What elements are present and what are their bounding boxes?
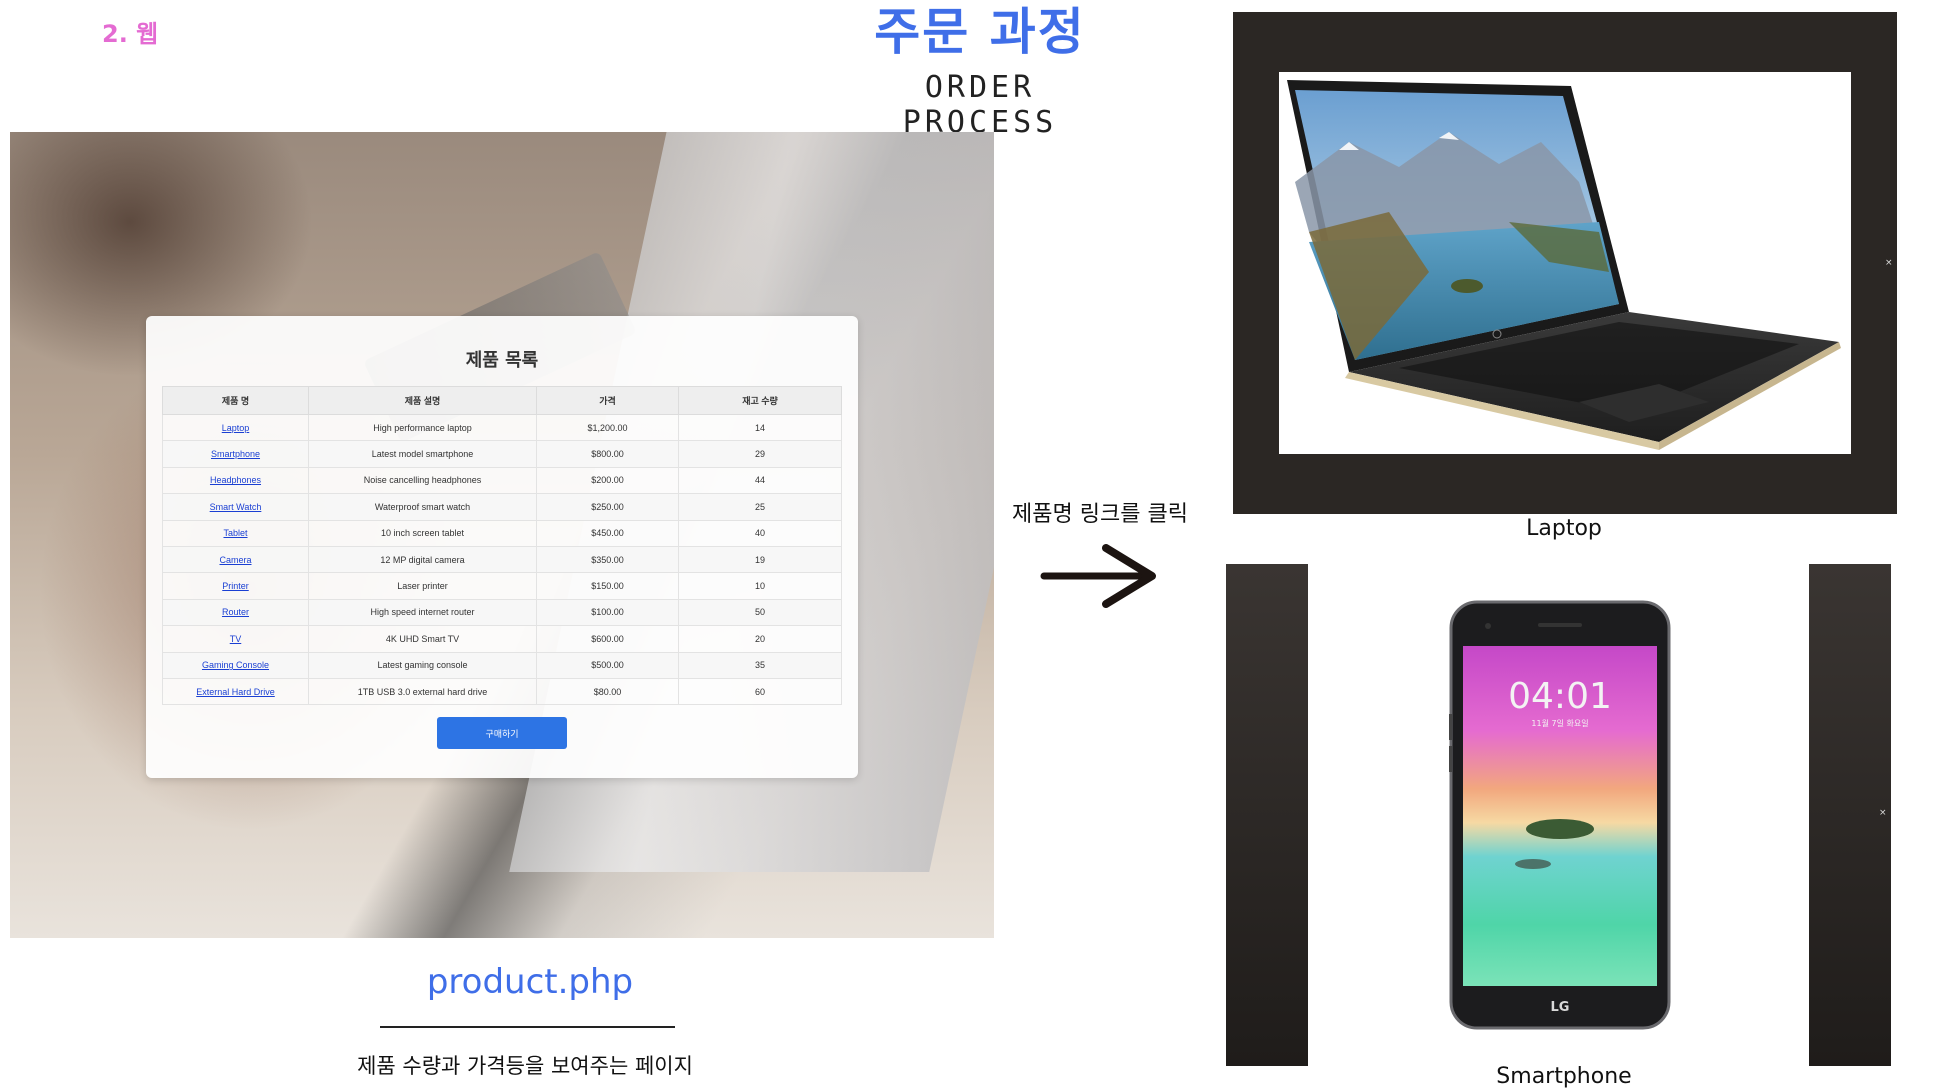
phone-date: 11월 7일 화요일: [1531, 718, 1588, 728]
product-price-cell: $150.00: [536, 572, 679, 600]
product-description-cell: Waterproof smart watch: [308, 493, 537, 521]
product-table: 제품 명 제품 설명 가격 재고 수량 Laptop High performan…: [162, 386, 842, 706]
table-row: Smartphone Latest model smartphone $800.00…: [162, 440, 842, 468]
table-row: Camera 12 MP digital camera $350.00 19: [162, 545, 842, 574]
product-description-cell: Latest gaming console: [308, 651, 537, 679]
section-label: 2. 웹: [102, 20, 159, 48]
product-price-cell: $100.00: [536, 598, 679, 627]
close-icon[interactable]: ×: [1879, 808, 1887, 818]
laptop-image: [1279, 72, 1851, 454]
product-name-link[interactable]: Laptop: [222, 423, 250, 433]
product-stock-cell: 60: [678, 677, 842, 706]
product-price-cell: $600.00: [536, 625, 679, 653]
product-price-cell: $350.00: [536, 545, 679, 574]
smartphone-modal-left-edge: [1226, 564, 1308, 1066]
page-title: 주문 과정: [874, 3, 1086, 61]
product-name-link[interactable]: Gaming Console: [202, 660, 269, 670]
product-stock-cell: 50: [678, 598, 842, 627]
product-name-link-cell: Camera: [162, 545, 309, 574]
product-description-cell: High performance laptop: [308, 413, 537, 442]
page-subtitle: ORDER PROCESS: [902, 70, 1058, 140]
product-name-link-cell: Router: [162, 598, 309, 627]
lg-logo-icon: LG: [1551, 1000, 1570, 1015]
smartphone-picture: 04:01 11월 7일 화요일 LG: [1449, 600, 1671, 1030]
product-name-link[interactable]: Router: [222, 607, 249, 617]
laptop-caption: Laptop: [1526, 516, 1602, 541]
page-description: 제품 수량과 가격등을 보여주는 페이지: [357, 1054, 693, 1078]
smartphone-modal-right-edge: ×: [1809, 564, 1891, 1066]
table-row: Smart Watch Waterproof smart watch $250.00…: [162, 493, 842, 521]
file-name-label: product.php: [426, 962, 634, 1002]
buy-button[interactable]: 구매하기: [437, 717, 567, 750]
product-stock-cell: 44: [678, 466, 842, 495]
product-name-link[interactable]: Headphones: [210, 475, 261, 485]
product-stock-cell: 29: [678, 440, 842, 468]
product-stock-cell: 14: [678, 413, 842, 442]
table-row: Laptop High performance laptop $1,200.00 14: [162, 413, 842, 442]
product-name-link[interactable]: Printer: [222, 581, 249, 591]
column-header-description: 제품 설명: [308, 386, 537, 415]
product-description-cell: 12 MP digital camera: [308, 545, 537, 574]
arrow-right-icon: [1040, 544, 1156, 608]
product-description-cell: Latest model smartphone: [308, 440, 537, 468]
product-name-link-cell: Printer: [162, 572, 309, 600]
product-name-link[interactable]: TV: [230, 634, 242, 644]
product-stock-cell: 25: [678, 493, 842, 521]
product-name-link-cell: Headphones: [162, 466, 309, 495]
product-description-cell: 4K UHD Smart TV: [308, 625, 537, 653]
product-list-title: 제품 목록: [465, 350, 539, 371]
table-row: TV 4K UHD Smart TV $600.00 20: [162, 625, 842, 653]
column-header-stock: 재고 수량: [678, 386, 842, 415]
product-description-cell: 10 inch screen tablet: [308, 519, 537, 547]
divider: [380, 1026, 675, 1028]
product-price-cell: $500.00: [536, 651, 679, 679]
product-list-panel: 제품 목록 제품 명 제품 설명 가격 재고 수량 Laptop High per…: [146, 316, 858, 778]
product-stock-cell: 19: [678, 545, 842, 574]
click-instruction: 제품명 링크를 클릭: [1012, 502, 1188, 527]
product-name-link-cell: Tablet: [162, 519, 309, 547]
product-name-link-cell: Smartphone: [162, 440, 309, 468]
laptop-image-modal: ×: [1233, 12, 1897, 514]
column-header-name: 제품 명: [162, 386, 309, 415]
table-row: Printer Laser printer $150.00 10: [162, 572, 842, 600]
close-icon[interactable]: ×: [1885, 258, 1893, 268]
product-name-link-cell: Laptop: [162, 413, 309, 442]
product-stock-cell: 10: [678, 572, 842, 600]
smartphone-image-modal: 04:01 11월 7일 화요일 LG: [1308, 564, 1809, 1066]
product-price-cell: $250.00: [536, 493, 679, 521]
product-price-cell: $450.00: [536, 519, 679, 547]
table-header-row: 제품 명 제품 설명 가격 재고 수량: [162, 386, 842, 415]
product-name-link[interactable]: Smart Watch: [210, 502, 262, 512]
laptop-picture: [1287, 80, 1841, 450]
product-stock-cell: 20: [678, 625, 842, 653]
product-description-cell: Laser printer: [308, 572, 537, 600]
smartphone-caption: Smartphone: [1496, 1064, 1632, 1089]
product-price-cell: $200.00: [536, 466, 679, 495]
product-description-cell: Noise cancelling headphones: [308, 466, 537, 495]
product-name-link[interactable]: Tablet: [223, 528, 247, 538]
product-name-link-cell: Smart Watch: [162, 493, 309, 521]
product-stock-cell: 35: [678, 651, 842, 679]
table-row: Headphones Noise cancelling headphones $20…: [162, 466, 842, 495]
product-name-link[interactable]: Smartphone: [211, 449, 260, 459]
table-row: External Hard Drive 1TB USB 3.0 external …: [162, 677, 842, 706]
product-stock-cell: 40: [678, 519, 842, 547]
product-price-cell: $800.00: [536, 440, 679, 468]
table-row: Router High speed internet router $100.00 5…: [162, 598, 842, 627]
product-name-link-cell: TV: [162, 625, 309, 653]
product-price-cell: $80.00: [536, 677, 679, 706]
product-name-link[interactable]: Camera: [219, 555, 251, 565]
product-page-screenshot: 제품 목록 제품 명 제품 설명 가격 재고 수량 Laptop High per…: [10, 132, 994, 938]
product-description-cell: High speed internet router: [308, 598, 537, 627]
table-row: Tablet 10 inch screen tablet $450.00 40: [162, 519, 842, 547]
product-name-link-cell: External Hard Drive: [162, 677, 309, 706]
product-description-cell: 1TB USB 3.0 external hard drive: [308, 677, 537, 706]
product-price-cell: $1,200.00: [536, 413, 679, 442]
product-name-link[interactable]: External Hard Drive: [196, 687, 275, 697]
table-row: Gaming Console Latest gaming console $500.…: [162, 651, 842, 679]
product-name-link-cell: Gaming Console: [162, 651, 309, 679]
phone-clock: 04:01: [1508, 676, 1612, 717]
column-header-price: 가격: [536, 386, 679, 415]
